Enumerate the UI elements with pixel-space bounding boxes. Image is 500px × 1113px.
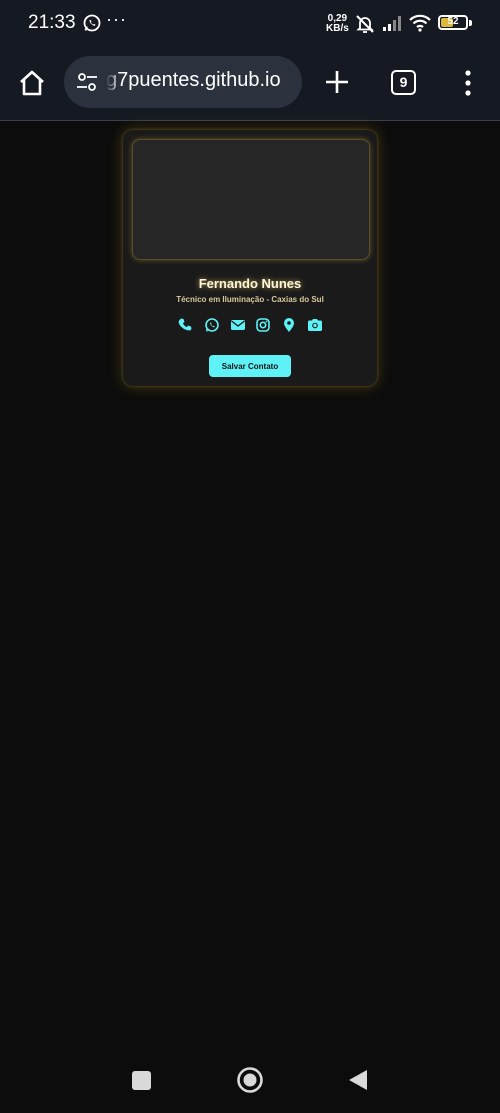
save-contact-button[interactable]: Salvar Contato bbox=[209, 355, 291, 377]
whatsapp-notification-icon bbox=[82, 13, 102, 33]
email-icon[interactable] bbox=[230, 317, 246, 333]
home-icon[interactable] bbox=[17, 68, 47, 98]
battery-percent: 52 bbox=[447, 16, 459, 27]
more-notifications: ··· bbox=[106, 9, 127, 29]
camera-icon[interactable] bbox=[307, 317, 323, 333]
whatsapp-icon[interactable] bbox=[204, 317, 220, 333]
network-speed: 0,29 KB/s bbox=[326, 14, 349, 34]
mute-bell-icon bbox=[354, 13, 376, 35]
signal-icon bbox=[382, 15, 404, 31]
recents-icon[interactable] bbox=[132, 1071, 151, 1090]
battery-cap bbox=[469, 20, 472, 26]
url-text[interactable]: g7puentes.github.io bbox=[106, 69, 296, 92]
home-circle-icon[interactable] bbox=[236, 1066, 264, 1094]
instagram-icon[interactable] bbox=[255, 317, 271, 333]
browser-toolbar: g7puentes.github.io 9 bbox=[0, 48, 500, 121]
contact-links bbox=[178, 317, 323, 333]
wifi-icon bbox=[408, 13, 432, 33]
url-fade bbox=[106, 66, 120, 98]
contact-name: Fernando Nunes bbox=[198, 276, 302, 291]
contact-subtitle: Técnico em Iluminação - Caxias do Sul bbox=[176, 295, 324, 304]
status-time: 21:33 bbox=[28, 12, 76, 33]
network-speed-unit: KB/s bbox=[326, 23, 349, 34]
profile-media bbox=[132, 139, 370, 260]
status-bar: 21:33 ··· 0,29 KB/s 52 bbox=[0, 0, 500, 48]
address-bar[interactable]: g7puentes.github.io bbox=[64, 56, 302, 108]
system-navigation-bar bbox=[0, 1050, 500, 1113]
phone-icon[interactable] bbox=[178, 317, 194, 333]
site-settings-icon[interactable] bbox=[76, 72, 98, 92]
contact-card: Fernando Nunes Técnico em Iluminação - C… bbox=[123, 130, 377, 386]
more-menu-icon[interactable] bbox=[458, 69, 478, 97]
tab-switcher-button[interactable]: 9 bbox=[391, 70, 416, 95]
battery-icon: 52 bbox=[438, 15, 468, 30]
new-tab-icon[interactable] bbox=[324, 69, 350, 95]
back-icon[interactable] bbox=[347, 1068, 369, 1092]
location-icon[interactable] bbox=[281, 317, 297, 333]
